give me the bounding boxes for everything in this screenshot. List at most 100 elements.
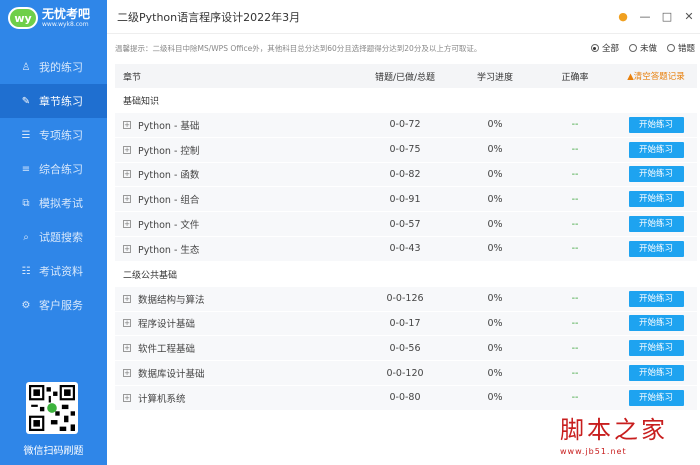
expand-icon[interactable]: + xyxy=(123,393,131,402)
start-practice-button[interactable]: 开始练习 xyxy=(628,389,684,406)
start-practice-button[interactable]: 开始练习 xyxy=(628,216,684,233)
chapter-progress: 0% xyxy=(487,144,503,156)
header-accuracy: 正确率 xyxy=(561,72,589,83)
clear-records-link[interactable]: ▲清空答题记录 xyxy=(627,72,685,82)
table-row: + 软件工程基础 0-0-56 0% -- 开始练习 xyxy=(115,336,697,362)
chapter-counts: 0-0-43 xyxy=(389,243,421,255)
start-practice-button[interactable]: 开始练习 xyxy=(628,116,684,133)
sidebar-item-6[interactable]: ☷ 考试资料 xyxy=(0,254,107,288)
expand-icon[interactable]: + xyxy=(123,244,131,253)
filter-label: 未做 xyxy=(639,44,657,54)
sidebar-item-2[interactable]: ☰ 专项练习 xyxy=(0,118,107,152)
minimize-icon[interactable]: — xyxy=(634,6,656,28)
chapter-progress: 0% xyxy=(487,342,503,354)
watermark-url: www.jb51.net xyxy=(560,447,627,456)
maximize-icon[interactable]: □ xyxy=(656,6,678,28)
expand-icon[interactable]: + xyxy=(123,145,131,154)
logo-name: 无忧考吧 xyxy=(42,7,91,21)
table-row: + Python - 基础 0-0-72 0% -- 开始练习 xyxy=(115,113,697,138)
start-practice-button[interactable]: 开始练习 xyxy=(628,166,684,183)
expand-icon[interactable]: + xyxy=(123,319,131,328)
filter-radio-0[interactable]: 全部 xyxy=(590,42,619,54)
start-practice-button[interactable]: 开始练习 xyxy=(628,365,684,382)
sidebar-item-label: 试题搜索 xyxy=(39,231,83,244)
chapter-progress: 0% xyxy=(487,218,503,230)
table-row: + Python - 组合 0-0-91 0% -- 开始练习 xyxy=(115,187,697,213)
expand-icon[interactable]: + xyxy=(123,220,131,229)
table-row: + Python - 函数 0-0-82 0% -- 开始练习 xyxy=(115,162,697,188)
group-header: 二级公共基础 xyxy=(115,261,697,287)
chapter-name: Python - 生态 xyxy=(138,244,200,256)
filter-radio-2[interactable]: 错题 xyxy=(666,42,695,54)
chapter-counts: 0-0-75 xyxy=(389,144,421,156)
chapter-counts: 0-0-82 xyxy=(389,168,421,180)
logo: wy 无忧考吧 www.wyk8.com xyxy=(0,0,107,36)
table-row: + 程序设计基础 0-0-17 0% -- 开始练习 xyxy=(115,311,697,337)
expand-icon[interactable]: + xyxy=(123,195,131,204)
filter-group: 全部 未做 错题 xyxy=(590,42,695,54)
list-icon: ≡ xyxy=(21,163,31,175)
chapter-accuracy: -- xyxy=(571,218,579,230)
radio-icon xyxy=(628,44,637,52)
chapter-accuracy: -- xyxy=(571,317,579,329)
chapter-accuracy: -- xyxy=(571,243,579,255)
chapter-name: 程序设计基础 xyxy=(138,319,196,331)
sidebar-item-1[interactable]: ✎ 章节练习 xyxy=(0,84,107,118)
start-practice-button[interactable]: 开始练习 xyxy=(628,191,684,208)
table-row: + Python - 生态 0-0-43 0% -- 开始练习 xyxy=(115,236,697,262)
sidebar: wy 无忧考吧 www.wyk8.com ♙ 我的练习 ✎ 章节练习 ☰ 专项练习 ≡ 综合练… xyxy=(0,0,107,465)
filter-radio-1[interactable]: 未做 xyxy=(628,42,657,54)
chapter-accuracy: -- xyxy=(571,342,579,354)
window-title: 二级Python语言程序设计2022年3月 xyxy=(117,10,301,24)
sidebar-item-5[interactable]: ⌕ 试题搜索 xyxy=(0,220,107,254)
chapter-accuracy: -- xyxy=(571,193,579,205)
pencil-icon: ✎ xyxy=(21,95,31,107)
chapter-name: Python - 控制 xyxy=(138,145,200,157)
chapter-counts: 0-0-17 xyxy=(389,317,421,329)
start-practice-button[interactable]: 开始练习 xyxy=(628,290,684,307)
table-header: 章节 错题/已做/总题 学习进度 正确率 ▲清空答题记录 xyxy=(115,64,697,88)
chapter-accuracy: -- xyxy=(571,293,579,305)
expand-icon[interactable]: + xyxy=(123,369,131,378)
sidebar-item-label: 考试资料 xyxy=(39,265,83,278)
chapter-progress: 0% xyxy=(487,168,503,180)
expand-icon[interactable]: + xyxy=(123,344,131,353)
watermark: 脚本之家 www.jb51.net xyxy=(560,410,695,462)
copy-icon: ⧉ xyxy=(22,197,30,209)
close-icon[interactable]: ✕ xyxy=(678,6,700,28)
chapter-counts: 0-0-80 xyxy=(389,392,421,404)
sidebar-item-7[interactable]: ⚙ 客户服务 xyxy=(0,288,107,322)
title-bar: 二级Python语言程序设计2022年3月 ● — □ ✕ xyxy=(107,0,700,34)
logo-url: www.wyk8.com xyxy=(42,21,89,28)
sidebar-item-4[interactable]: ⧉ 模拟考试 xyxy=(0,186,107,220)
sidebar-item-3[interactable]: ≡ 综合练习 xyxy=(0,152,107,186)
table-row: + 数据结构与算法 0-0-126 0% -- 开始练习 xyxy=(115,286,697,312)
start-practice-button[interactable]: 开始练习 xyxy=(628,240,684,257)
document-icon: ☰ xyxy=(21,129,31,141)
chapter-accuracy: -- xyxy=(571,168,579,180)
sidebar-nav: ♙ 我的练习 ✎ 章节练习 ☰ 专项练习 ≡ 综合练习 ⧉ 模拟考试 ⌕ 试题搜索 ☷ 考试资料 ⚙ 客户服务 xyxy=(0,50,107,322)
sidebar-item-label: 模拟考试 xyxy=(39,197,83,210)
start-practice-button[interactable]: 开始练习 xyxy=(628,340,684,357)
filter-label: 错题 xyxy=(677,44,695,54)
start-practice-button[interactable]: 开始练习 xyxy=(628,141,684,158)
chapter-progress: 0% xyxy=(487,392,503,404)
book-icon: ☷ xyxy=(21,265,31,277)
watermark-text: 脚本之家 xyxy=(560,416,668,444)
header-chapter: 章节 xyxy=(123,72,142,83)
group-header: 基础知识 xyxy=(115,88,697,113)
tip-bar: 温馨提示：二级科目中除MS/WPS Office外，其他科目总分达到60分且选择… xyxy=(115,38,695,58)
start-practice-button[interactable]: 开始练习 xyxy=(628,315,684,332)
expand-icon[interactable]: + xyxy=(123,120,131,129)
bulb-icon[interactable]: ● xyxy=(612,6,634,28)
chapter-name: 数据结构与算法 xyxy=(138,294,205,306)
chapter-accuracy: -- xyxy=(571,367,579,379)
table-row: + 数据库设计基础 0-0-120 0% -- 开始练习 xyxy=(115,361,697,386)
header-counts: 错题/已做/总题 xyxy=(374,72,436,83)
sidebar-item-0[interactable]: ♙ 我的练习 xyxy=(0,50,107,84)
filter-label: 全部 xyxy=(601,44,619,54)
expand-icon[interactable]: + xyxy=(123,294,131,303)
chapter-progress: 0% xyxy=(487,293,503,305)
chapter-progress: 0% xyxy=(487,119,503,131)
expand-icon[interactable]: + xyxy=(123,170,131,179)
